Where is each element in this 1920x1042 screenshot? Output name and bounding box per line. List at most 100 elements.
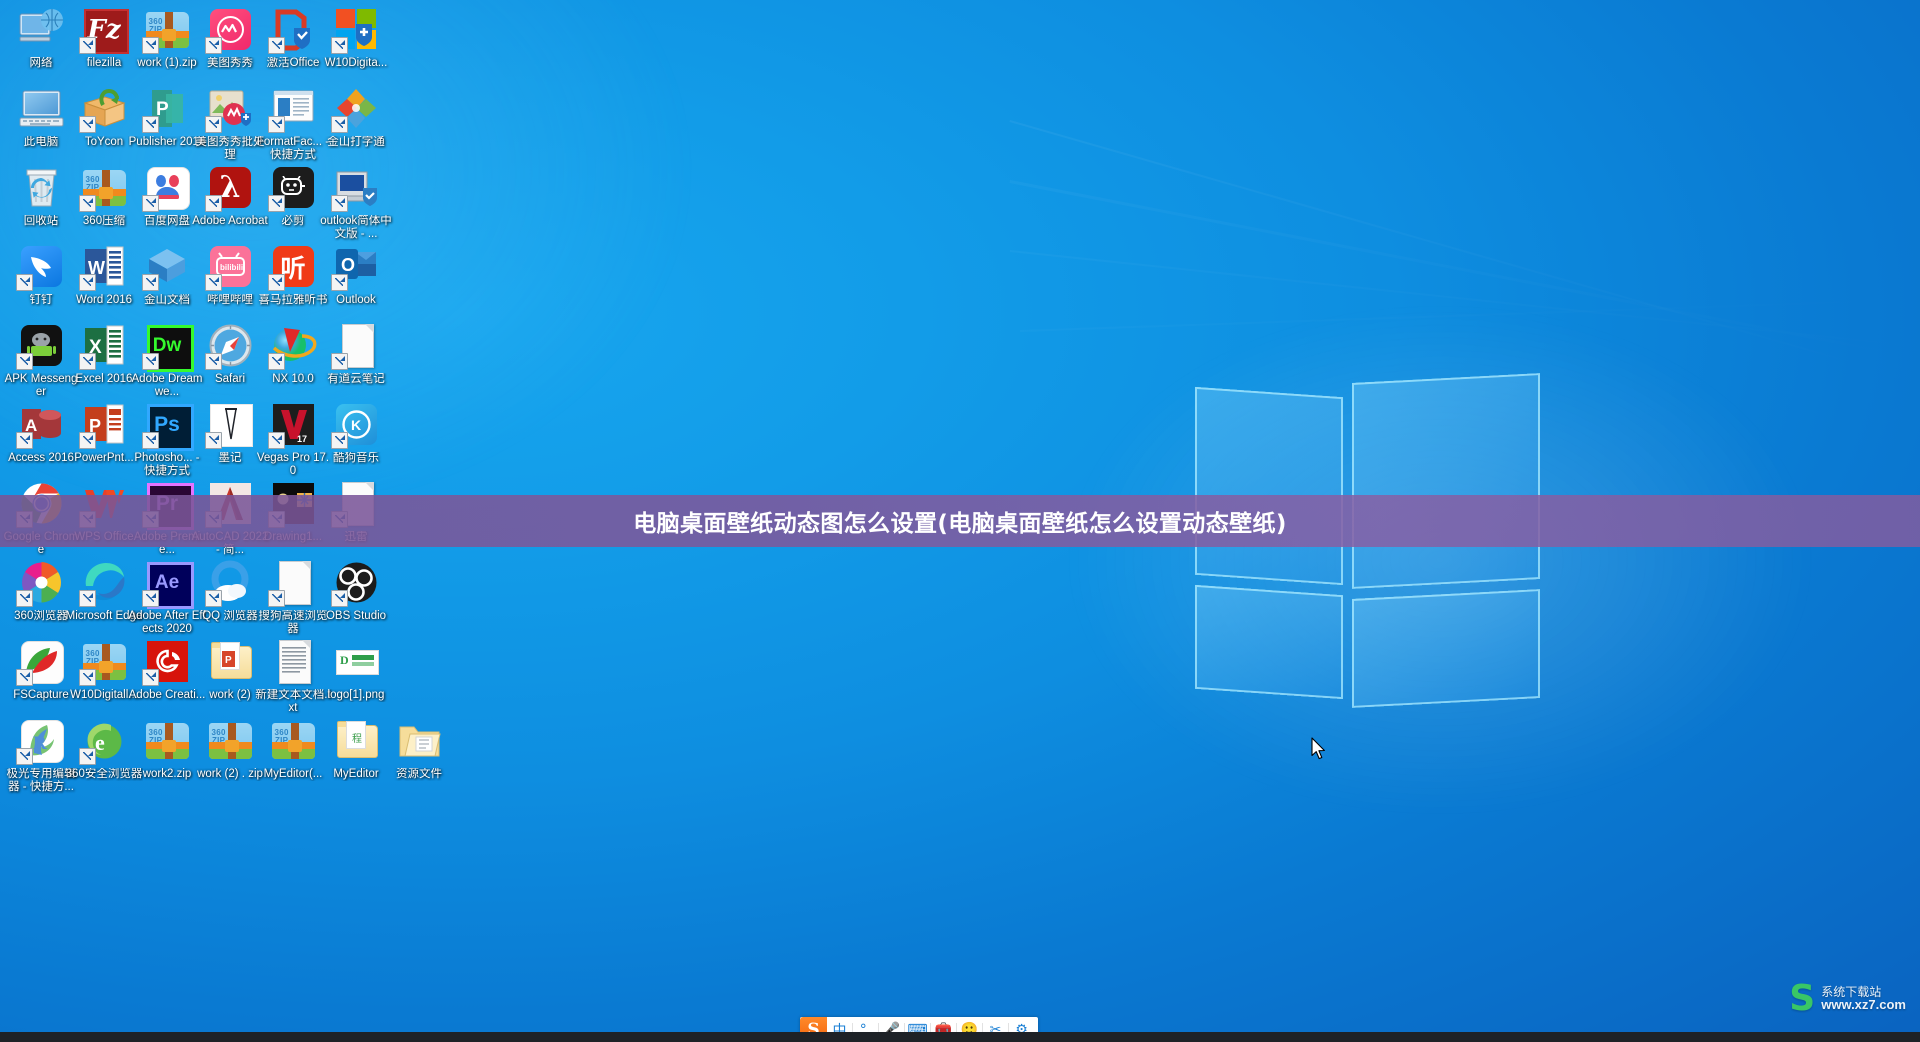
folder-icon: 程: [333, 717, 380, 764]
jiguang-icon: R: [15, 717, 65, 765]
shortcut-arrow-icon: [330, 195, 348, 212]
photoshop-icon: Ps: [141, 401, 194, 451]
shortcut-arrow-icon: [330, 590, 348, 607]
wallpaper-ray: [1020, 297, 1920, 332]
shortcut-arrow-icon: [204, 590, 222, 607]
word-icon: W: [78, 243, 128, 291]
desktop-icon-label: Outlook: [336, 294, 376, 306]
zip360-icon: 360 ZIP: [141, 6, 191, 54]
banner-title-text: 电脑桌面壁纸动态图怎么设置(电脑桌面壁纸怎么设置动态壁纸): [633, 511, 1287, 537]
shortcut-arrow-icon: [78, 590, 96, 607]
desktop-icon[interactable]: K 酷狗音乐: [317, 401, 395, 465]
baidupan-icon: [141, 164, 191, 212]
wallpaper-ray: [1009, 120, 1876, 370]
shortcut-arrow-icon: [204, 274, 222, 291]
desktop-icon-label: 金山打字通: [327, 136, 385, 148]
mouse-cursor: [1311, 737, 1325, 760]
desktop-icon[interactable]: OBS Studio: [317, 559, 395, 623]
browser360safe-icon: e: [78, 717, 128, 765]
svg-text:17: 17: [297, 434, 307, 444]
shortcut-arrow-icon: [15, 748, 33, 765]
desktop-icon[interactable]: Dlogo[1].png: [317, 638, 395, 702]
vegas-icon: 17: [267, 401, 317, 449]
desktop-icon-label: 迅雷: [344, 531, 368, 543]
drawing-icon: [267, 480, 317, 528]
premiere-icon: Pr: [141, 480, 194, 530]
watermark-site-url: www.xz7.com: [1821, 997, 1906, 1013]
desktop-background[interactable]: 网络 Fz filezilla 360 ZIP work (1).zip 美图秀秀 激活O…: [0, 0, 1920, 1042]
shortcut-arrow-icon: [141, 116, 159, 133]
desktop-icon[interactable]: O Outlook: [317, 243, 395, 307]
svg-text:K: K: [351, 417, 361, 433]
shortcut-arrow-icon: [141, 274, 159, 291]
doc-icon: [267, 559, 317, 607]
shortcut-arrow-icon: [204, 37, 222, 54]
dingtalk-icon: [15, 243, 65, 291]
watermark-site-cn: 系统下载站: [1821, 984, 1882, 999]
kingsoftdoc-icon: [141, 243, 191, 291]
shortcut-arrow-icon: [78, 37, 96, 54]
svg-text:D: D: [340, 653, 349, 667]
shortcut-arrow-icon: [330, 353, 348, 370]
excel-icon: X: [78, 322, 128, 370]
creativecloud-icon: [141, 638, 191, 686]
shortcut-arrow-icon: [15, 590, 33, 607]
shortcut-arrow-icon: [15, 669, 33, 686]
shortcut-arrow-icon: [204, 195, 222, 212]
apk-icon: [15, 322, 65, 370]
shortcut-arrow-icon: [330, 116, 348, 133]
safari-icon: [204, 322, 254, 370]
shortcut-arrow-icon: [204, 116, 222, 133]
shortcut-arrow-icon: [141, 195, 159, 212]
chrome-icon: [15, 480, 65, 528]
taskbar[interactable]: [0, 1032, 1920, 1042]
outlook-old-icon: [330, 164, 380, 212]
shortcut-arrow-icon: [330, 274, 348, 291]
desktop-icon[interactable]: outlook简体中文版 - ...: [317, 164, 395, 242]
recyclebin-icon: [18, 164, 65, 211]
shortcut-arrow-icon: [78, 116, 96, 133]
desktop-icon-label: 资源文件: [396, 768, 442, 780]
office-act-icon: [267, 6, 317, 54]
ximalaya-icon: 听: [267, 243, 317, 291]
shortcut-arrow-icon: [267, 195, 285, 212]
access-icon: A: [15, 401, 65, 449]
toycon-icon: [78, 85, 128, 133]
desktop-icon[interactable]: W10Digita...: [317, 6, 395, 70]
shortcut-arrow-icon: [78, 511, 96, 528]
shortcut-arrow-icon: [78, 274, 96, 291]
shortcut-arrow-icon: [267, 511, 285, 528]
aftereffects-icon: Ae: [141, 559, 194, 609]
shortcut-arrow-icon: [267, 432, 285, 449]
fscapture-icon: [15, 638, 65, 686]
desktop-icon-label: W10Digita...: [324, 57, 388, 69]
wps-icon: [78, 480, 128, 528]
shortcut-arrow-icon: [267, 274, 285, 291]
shortcut-arrow-icon: [330, 511, 348, 528]
publisher-icon: P: [141, 85, 191, 133]
shortcut-arrow-icon: [204, 353, 222, 370]
windows-logo-wallpaper: [1195, 373, 1540, 708]
outlook-icon: O: [330, 243, 380, 291]
qqbrowser-icon: [204, 559, 254, 607]
desktop-icon[interactable]: 金山打字通: [317, 85, 395, 149]
desktop-icon[interactable]: 有道云笔记: [317, 322, 395, 386]
filezilla-icon: Fz: [78, 6, 129, 54]
shortcut-arrow-icon: [78, 353, 96, 370]
w10digital-icon: [330, 6, 380, 54]
zip360-icon: 360 ZIP: [78, 164, 128, 212]
desktop-icon[interactable]: 迅雷: [317, 480, 395, 544]
svg-text:P: P: [225, 655, 232, 666]
meitu-batch-icon: [204, 85, 254, 133]
shortcut-arrow-icon: [15, 511, 33, 528]
desktop-icon[interactable]: 资源文件: [380, 717, 458, 781]
nx-icon: [267, 322, 317, 370]
shortcut-arrow-icon: [267, 353, 285, 370]
shortcut-arrow-icon: [141, 432, 159, 449]
zip360-icon: 360 ZIP: [144, 717, 191, 764]
thispc-icon: [18, 85, 65, 132]
wallpaper-ray: [1009, 250, 1920, 353]
svg-text:R: R: [33, 733, 47, 754]
shortcut-arrow-icon: [78, 748, 96, 765]
shortcut-arrow-icon: [78, 195, 96, 212]
